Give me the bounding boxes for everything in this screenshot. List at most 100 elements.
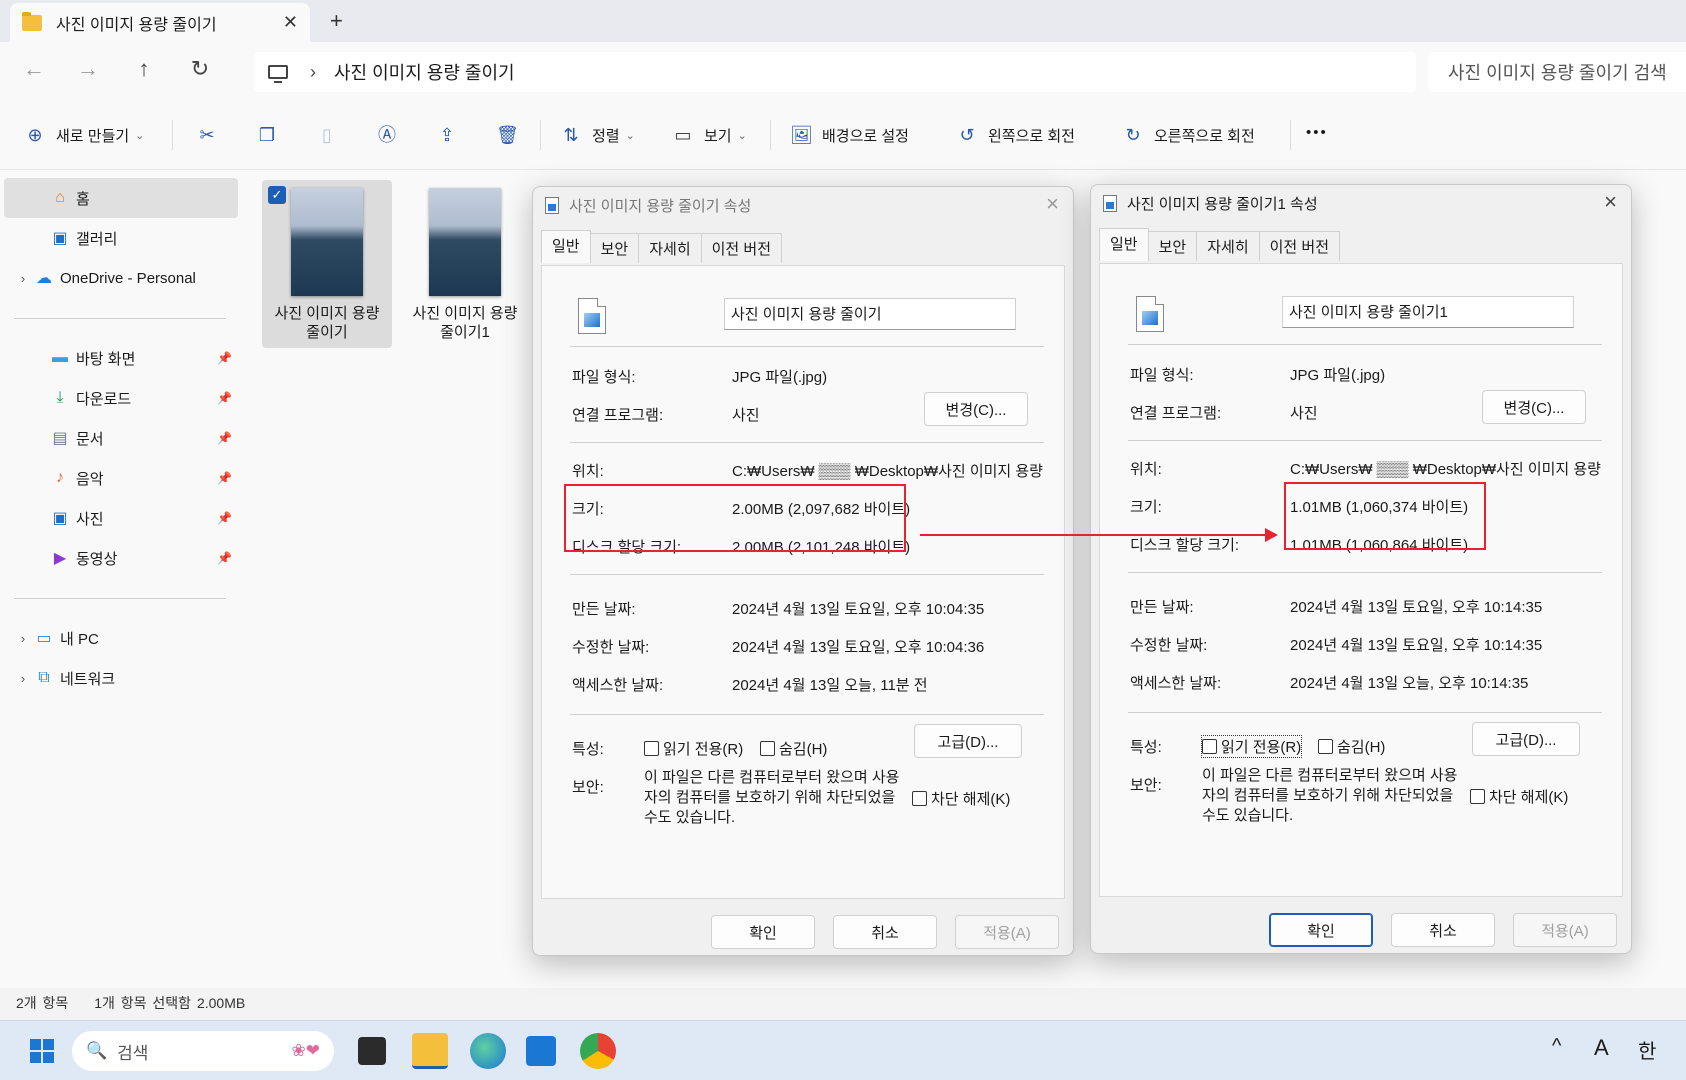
sidebar-item-label: 바탕 화면	[76, 350, 136, 368]
rotate-right-button[interactable]: ↻ 오른쪽으로 회전	[1122, 124, 1255, 146]
readonly-label: 읽기 전용(R)	[1221, 739, 1302, 756]
cancel-button[interactable]: 취소	[833, 915, 937, 949]
filename-field[interactable]: 사진 이미지 용량 줄이기1	[1282, 296, 1574, 328]
filename-field[interactable]: 사진 이미지 용량 줄이기	[724, 298, 1016, 330]
sidebar-item-videos[interactable]: ▶ 동영상 📌	[4, 538, 238, 578]
paste-button[interactable]: ▯	[316, 124, 348, 146]
change-button[interactable]: 변경(C)...	[1482, 390, 1586, 424]
edge-icon[interactable]	[470, 1033, 506, 1069]
pin-icon[interactable]: 📌	[217, 391, 232, 405]
modified-label: 수정한 날짜:	[1130, 637, 1208, 654]
file-explorer-icon[interactable]	[412, 1033, 448, 1069]
pin-icon[interactable]: 📌	[217, 511, 232, 525]
advanced-button[interactable]: 고급(D)...	[1472, 722, 1580, 756]
pin-icon[interactable]: 📌	[217, 431, 232, 445]
close-icon[interactable]: ×	[1046, 191, 1059, 217]
tab-previous-versions[interactable]: 이전 버전	[1258, 231, 1340, 261]
divider	[1128, 572, 1602, 573]
change-button[interactable]: 변경(C)...	[924, 392, 1028, 426]
pin-icon[interactable]: 📌	[217, 551, 232, 565]
sidebar-item-label: 갤러리	[76, 230, 118, 248]
advanced-button[interactable]: 고급(D)...	[914, 724, 1022, 758]
cancel-button[interactable]: 취소	[1391, 913, 1495, 947]
sidebar-item-pictures[interactable]: ▣ 사진 📌	[4, 498, 238, 538]
tab-general[interactable]: 일반	[1099, 228, 1149, 261]
pin-icon[interactable]: 📌	[217, 471, 232, 485]
up-icon[interactable]: ↑	[128, 56, 160, 82]
close-tab-icon[interactable]: ✕	[283, 12, 298, 33]
input-mode-indicator[interactable]: A	[1594, 1035, 1609, 1061]
sidebar-item-this-pc[interactable]: › ▭ 내 PC	[4, 618, 238, 658]
chevron-right-icon[interactable]: ›	[12, 271, 34, 286]
back-icon[interactable]: ←	[18, 56, 50, 82]
hidden-checkbox[interactable]: 숨김(H)	[760, 738, 827, 759]
chevron-right-icon[interactable]: ›	[12, 671, 34, 686]
store-icon[interactable]	[526, 1036, 556, 1066]
new-tab-button[interactable]: +	[330, 8, 343, 34]
security-text: 이 파일은 다른 컴퓨터로부터 왔으며 사용자의 컴퓨터를 보호하기 위해 차단…	[1202, 767, 1458, 824]
task-view-icon[interactable]	[358, 1037, 386, 1065]
set-background-button[interactable]: 🖼 배경으로 설정	[790, 124, 909, 146]
explorer-tab[interactable]: 사진 이미지 용량 줄이기 ✕	[10, 3, 310, 42]
forward-icon[interactable]: →	[72, 56, 104, 82]
sort-label: 정렬	[592, 127, 620, 145]
search-input[interactable]: 사진 이미지 용량 줄이기 검색	[1428, 52, 1686, 92]
cut-button[interactable]: ✂	[196, 124, 228, 146]
file-item[interactable]: ✓ 사진 이미지 용량 줄이기	[262, 180, 392, 348]
chrome-icon[interactable]	[580, 1033, 616, 1069]
tab-details[interactable]: 자세히	[1196, 231, 1260, 261]
hidden-checkbox[interactable]: 숨김(H)	[1318, 736, 1385, 757]
tab-previous-versions[interactable]: 이전 버전	[700, 233, 782, 263]
checkbox-checked-icon[interactable]: ✓	[268, 186, 286, 204]
type-label: 파일 형식:	[572, 369, 636, 386]
unblock-checkbox[interactable]: 차단 해제(K)	[1470, 786, 1568, 807]
sidebar-item-gallery[interactable]: ▣ 갤러리	[4, 218, 238, 258]
sidebar-item-documents[interactable]: ▤ 문서 📌	[4, 418, 238, 458]
accessed-value: 2024년 4월 13일 오늘, 11분 전	[732, 677, 928, 694]
taskbar-search[interactable]: 🔍 검색 ❀❤	[72, 1031, 334, 1071]
tab-details[interactable]: 자세히	[638, 233, 702, 263]
pin-icon[interactable]: 📌	[217, 351, 232, 365]
readonly-checkbox[interactable]: 읽기 전용(R)	[644, 738, 743, 759]
tab-security[interactable]: 보안	[1147, 231, 1198, 261]
refresh-icon[interactable]: ↻	[184, 56, 216, 82]
file-item[interactable]: 사진 이미지 용량 줄이기1	[400, 180, 530, 348]
sidebar-item-desktop[interactable]: ▬ 바탕 화면 📌	[4, 338, 238, 378]
apply-button[interactable]: 적용(A)	[955, 915, 1059, 949]
ime-indicator[interactable]: 한	[1638, 1035, 1656, 1064]
rotate-left-button[interactable]: ↺ 왼쪽으로 회전	[956, 124, 1075, 146]
sidebar-item-downloads[interactable]: ⤓ 다운로드 📌	[4, 378, 238, 418]
chevron-right-icon[interactable]: ›	[12, 631, 34, 646]
rotate-right-label: 오른쪽으로 회전	[1154, 127, 1255, 145]
readonly-checkbox[interactable]: 읽기 전용(R)	[1200, 735, 1303, 758]
more-options-button[interactable]: •••	[1306, 124, 1328, 141]
tab-security[interactable]: 보안	[589, 233, 640, 263]
sidebar-item-onedrive[interactable]: › ☁ OneDrive - Personal	[4, 258, 238, 298]
sidebar-item-music[interactable]: ♪ 음악 📌	[4, 458, 238, 498]
apply-button[interactable]: 적용(A)	[1513, 913, 1617, 947]
copy-button[interactable]: ❐	[256, 124, 288, 146]
rotate-left-icon: ↺	[959, 125, 975, 145]
start-icon[interactable]	[24, 1033, 60, 1069]
sidebar-item-home[interactable]: ⌂ 홈	[4, 178, 238, 218]
hidden-label: 숨김(H)	[1337, 739, 1386, 756]
unblock-checkbox[interactable]: 차단 해제(K)	[912, 788, 1010, 809]
chevron-right-icon[interactable]: ›	[310, 62, 316, 83]
close-icon[interactable]: ×	[1604, 189, 1617, 215]
new-button[interactable]: ⊕ 새로 만들기 ⌄	[24, 124, 144, 146]
sort-button[interactable]: ⇅ 정렬 ⌄	[560, 124, 634, 146]
file-name-line: 줄이기	[306, 324, 348, 341]
tab-general[interactable]: 일반	[541, 230, 591, 263]
file-name-line: 줄이기1	[440, 324, 490, 341]
breadcrumb-current[interactable]: 사진 이미지 용량 줄이기	[334, 59, 515, 85]
general-panel: 사진 이미지 용량 줄이기1 파일 형식: JPG 파일(.jpg) 연결 프로…	[1099, 263, 1623, 897]
share-button[interactable]: ⇪	[436, 124, 468, 146]
chevron-up-icon[interactable]: ^	[1552, 1035, 1561, 1058]
ok-button[interactable]: 확인	[1269, 913, 1373, 947]
ok-button[interactable]: 확인	[711, 915, 815, 949]
rename-button[interactable]: Ⓐ	[376, 124, 408, 146]
delete-button[interactable]: 🗑	[496, 124, 528, 146]
view-button[interactable]: ▭ 보기 ⌄	[672, 124, 746, 146]
address-bar[interactable]: › 사진 이미지 용량 줄이기	[254, 52, 1416, 92]
sidebar-item-network[interactable]: › ⧉ 네트워크	[4, 658, 238, 698]
